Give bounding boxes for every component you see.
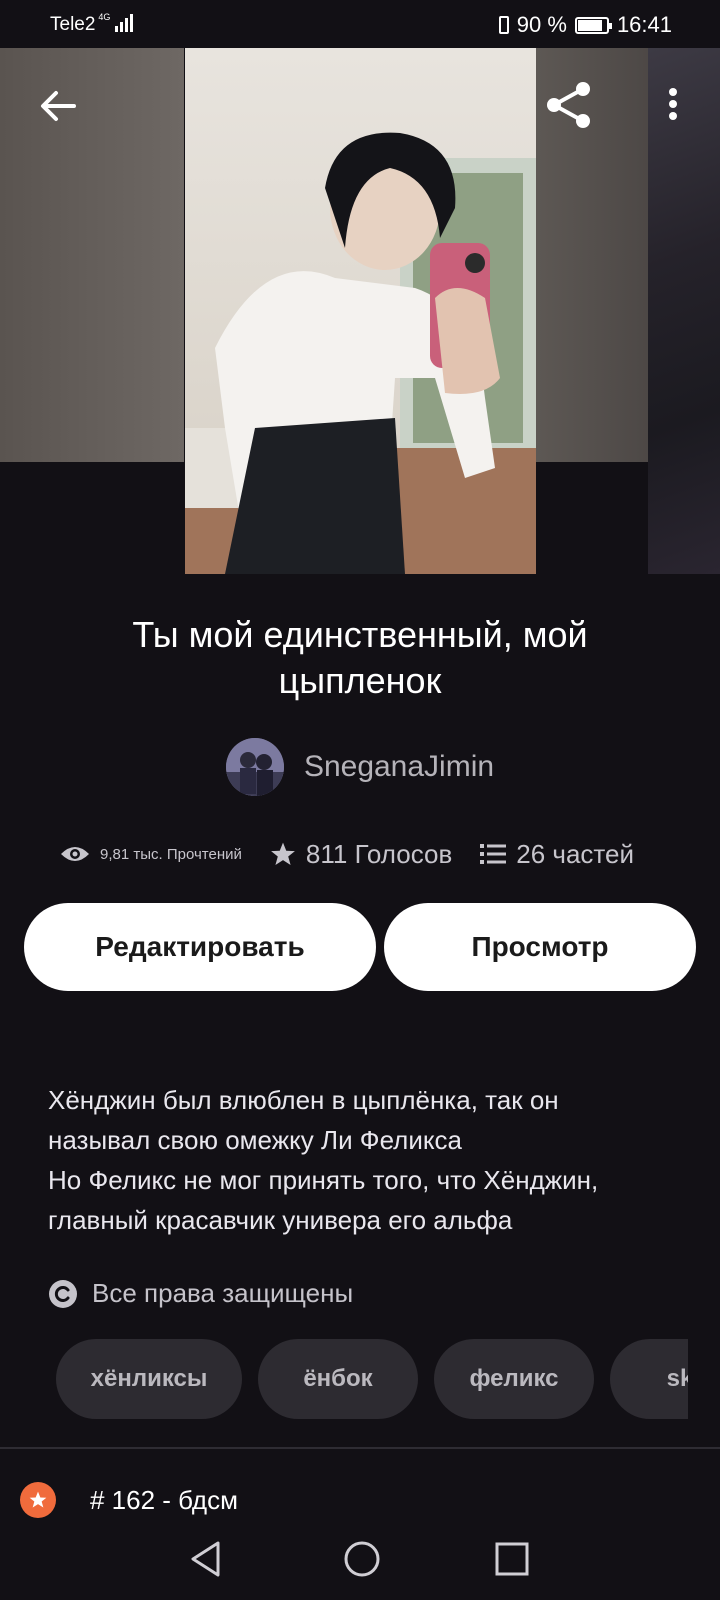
votes-stat: 811 Голосов [270,839,452,870]
share-icon [547,82,590,128]
votes-count: 811 Голосов [305,838,453,869]
nav-back-button[interactable] [171,1528,241,1590]
author-name[interactable]: SneganaJimin [304,750,494,784]
tags-scroller[interactable]: хёнликсы ёнбок феликс sk [56,1339,688,1421]
tag-chip[interactable]: ёнбок [258,1339,418,1419]
story-title: Ты мой единственный, мой цыпленок [132,614,588,701]
signal-icon [115,14,134,32]
nav-home-button[interactable] [327,1528,397,1590]
system-nav-bar [0,1528,720,1590]
star-icon [29,1491,47,1508]
cover-backdrop-left [0,48,184,462]
divider [0,1447,720,1449]
avatar[interactable] [225,738,284,796]
reads-stat: 9,81 тыс. Прочтений [60,844,242,864]
star-icon [270,842,295,866]
carrier-label: Tele2 [50,14,96,35]
reads-count: 9,81 тыс. Прочтений [100,845,242,863]
tag-chip[interactable]: феликс [434,1339,594,1419]
share-button[interactable] [542,78,596,132]
back-button[interactable] [36,84,80,128]
copyright-icon [49,1279,77,1308]
clock: 16:41 [616,12,672,37]
preview-button[interactable]: Просмотр [384,903,696,991]
square-recents-icon [495,1542,529,1576]
cover-image [185,48,536,574]
status-bar: Tele2 4G 90 % 16:41 [0,0,720,48]
arrow-left-icon [41,91,76,121]
network-type: 4G [98,12,111,22]
triangle-back-icon [191,1541,220,1577]
circle-home-icon [344,1541,380,1577]
tag-chip[interactable]: sk [610,1339,688,1419]
story-description: Хёнджин был влюблен в цыплёнка, так он н… [48,1085,599,1235]
story-cover [185,48,536,574]
copyright-notice: Все права защищены [48,1278,353,1309]
ranking-label[interactable]: # 162 - бдсм [90,1485,238,1516]
tag-chip[interactable]: хёнликсы [56,1339,242,1419]
battery-icon [574,16,612,34]
nav-recents-button[interactable] [477,1528,547,1590]
edit-button[interactable]: Редактировать [24,903,376,991]
copyright-label: Все права защищены [92,1278,354,1308]
more-vertical-icon [669,88,677,120]
parts-stat: 26 частей [480,839,634,870]
ranking-row[interactable]: # 162 - бдсм [20,1482,700,1518]
avatar-image [225,738,284,796]
battery-percent: 90 % [516,12,567,37]
parts-count: 26 частей [516,838,635,869]
ranking-badge-icon [20,1482,56,1518]
story-stats: 9,81 тыс. Прочтений 811 Голосов 26 часте… [60,830,670,878]
list-icon [480,844,507,864]
more-options-button[interactable] [658,84,688,128]
author-link[interactable]: SneganaJimin [0,738,720,796]
vibrate-icon [498,16,509,34]
eye-icon [61,847,89,861]
